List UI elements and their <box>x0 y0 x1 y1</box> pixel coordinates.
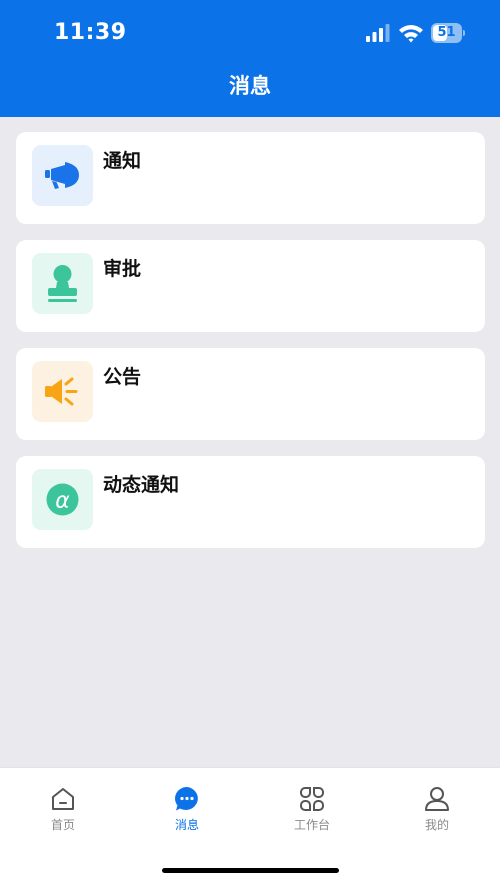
tab-label: 工作台 <box>293 818 330 832</box>
message-item-label: 通知 <box>103 150 142 172</box>
tab-home[interactable]: 首页 <box>13 786 113 836</box>
page-title: 消息 <box>229 74 271 98</box>
tab-messages[interactable]: 消息 <box>137 786 237 836</box>
status-time: 11:39 <box>54 20 127 45</box>
message-item-label: 动态通知 <box>103 474 180 496</box>
tab-profile[interactable]: 我的 <box>387 786 487 836</box>
message-item-activity[interactable]: α 动态通知 <box>16 456 485 548</box>
wifi-icon <box>399 25 423 43</box>
status-bar: 11:39 51 <box>0 0 500 66</box>
battery-icon: 51 <box>431 23 465 43</box>
chat-icon <box>175 787 198 811</box>
home-indicator <box>162 868 339 873</box>
user-icon <box>425 787 449 811</box>
at-sign-icon: α <box>32 469 93 530</box>
tab-label: 首页 <box>50 818 75 832</box>
stamp-icon <box>32 253 93 314</box>
app-header: 11:39 51 消息 <box>0 0 500 117</box>
message-item-approval[interactable]: 审批 <box>16 240 485 332</box>
message-item-announcement[interactable]: 公告 <box>16 348 485 440</box>
tab-label: 消息 <box>174 818 199 832</box>
message-item-notice[interactable]: 通知 <box>16 132 485 224</box>
grid-icon <box>300 787 324 811</box>
battery-level: 51 <box>437 25 456 40</box>
speaker-icon <box>32 361 93 422</box>
cellular-signal-icon <box>366 24 390 42</box>
message-item-label: 审批 <box>103 258 142 280</box>
svg-text:α: α <box>55 489 70 514</box>
home-icon <box>52 788 74 810</box>
message-category-list: 通知 审批 公告 α 动态通知 <box>16 132 485 564</box>
message-item-label: 公告 <box>103 366 142 388</box>
megaphone-icon <box>32 145 93 206</box>
tab-workbench[interactable]: 工作台 <box>262 786 362 836</box>
tab-label: 我的 <box>424 818 449 832</box>
